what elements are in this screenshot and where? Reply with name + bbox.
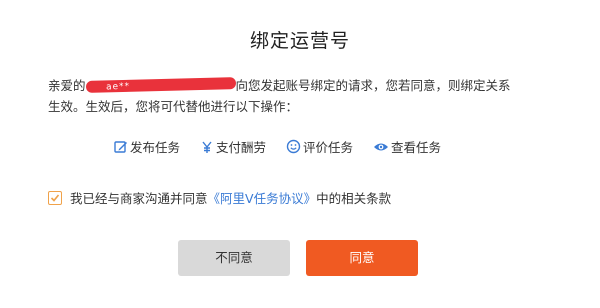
message-suffix: 向您发起账号绑定的请求，您若同意，则绑定关系 bbox=[235, 78, 511, 93]
redacted-account-name: ae** bbox=[85, 77, 236, 93]
agreement-suffix: 中的相关条款 bbox=[316, 191, 392, 206]
message-prefix: 亲爱的 bbox=[48, 78, 86, 93]
smile-icon bbox=[286, 139, 303, 154]
permission-label: 发布任务 bbox=[130, 140, 181, 155]
permission-label: 评价任务 bbox=[303, 140, 354, 155]
permission-label: 查看任务 bbox=[391, 140, 442, 155]
bind-operator-dialog: 绑定运营号 亲爱的 ae** 向您发起账号绑定的请求，您若同意，则绑定关系 生效。生… bbox=[0, 0, 600, 308]
bind-request-message: 亲爱的 ae** 向您发起账号绑定的请求，您若同意，则绑定关系 生效。生效后，您将可… bbox=[48, 75, 558, 117]
permission-publish-task: 发布任务 bbox=[114, 137, 180, 156]
eye-icon bbox=[373, 141, 391, 153]
permission-rate-task: 评价任务 bbox=[286, 137, 353, 156]
permission-pay-reward: 支付酬劳 bbox=[200, 137, 266, 156]
message-line-2: 生效。生效后，您将可代替他进行以下操作： bbox=[48, 99, 299, 114]
agreement-prefix: 我已经与商家沟通并同意 bbox=[70, 191, 208, 206]
agree-button[interactable]: 同意 bbox=[306, 240, 418, 276]
agreement-link[interactable]: 《阿里V任务协议》 bbox=[208, 188, 317, 207]
agreement-checkbox[interactable] bbox=[48, 190, 62, 205]
agreement-row: 我已经与商家沟通并同意 《阿里V任务协议》 中的相关条款 bbox=[48, 188, 391, 207]
dialog-title: 绑定运营号 bbox=[249, 30, 350, 52]
permission-label: 支付酬劳 bbox=[216, 140, 267, 155]
permission-view-task: 查看任务 bbox=[373, 137, 441, 156]
redacted-account-text: ae** bbox=[105, 81, 130, 93]
edit-icon bbox=[114, 140, 130, 154]
checkmark-icon bbox=[50, 193, 60, 202]
message-line-1: 亲爱的 ae** 向您发起账号绑定的请求，您若同意，则绑定关系 bbox=[48, 75, 558, 96]
permission-list: 发布任务 支付酬劳 评价任务 查看任务 bbox=[114, 137, 461, 156]
yen-icon bbox=[200, 140, 216, 154]
disagree-button[interactable]: 不同意 bbox=[178, 240, 290, 276]
